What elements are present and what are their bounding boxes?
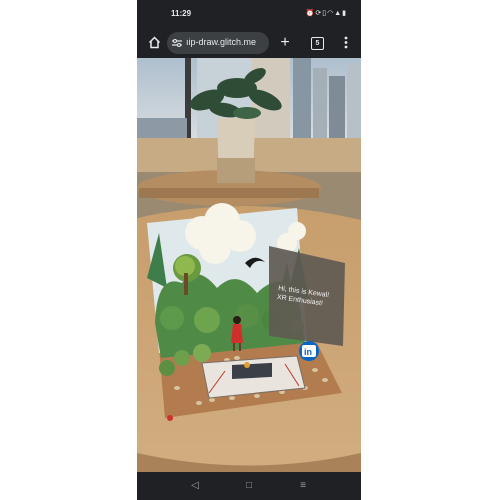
- more-vert-icon: [344, 36, 348, 49]
- linkedin-badge[interactable]: in: [299, 341, 319, 361]
- status-time: 11:29: [171, 9, 192, 18]
- tabs-icon: 5: [311, 37, 324, 50]
- home-circle-icon[interactable]: □: [243, 480, 255, 492]
- address-bar[interactable]: ıip-draw.glitch.me: [167, 32, 269, 54]
- plant-pot-base: [217, 158, 255, 183]
- brand-logo: [167, 415, 173, 421]
- alarm-icon: ⏰: [305, 10, 316, 17]
- greeting-sign: Hi, this is Kewal! XR Enthusiast!: [269, 246, 345, 346]
- battery-icon: ▮: [342, 10, 347, 17]
- ar-scene: Hi, this is Kewal! XR Enthusiast! in: [137, 58, 361, 472]
- status-bar: 11:29 ⏰⟳▯◠▲▮: [137, 0, 361, 28]
- tab-switcher-button[interactable]: 5: [307, 32, 327, 54]
- home-button[interactable]: [143, 32, 165, 54]
- browser-toolbar: ıip-draw.glitch.me + 5: [137, 28, 361, 58]
- system-nav-bar: ◁ □ ≡: [137, 472, 361, 500]
- home-icon: [148, 36, 160, 49]
- plus-icon: +: [280, 34, 290, 51]
- new-tab-button[interactable]: +: [275, 32, 295, 54]
- tune-icon[interactable]: [172, 38, 182, 48]
- recents-icon[interactable]: ≡: [297, 480, 309, 492]
- status-icons: ⏰⟳▯◠▲▮: [306, 9, 347, 17]
- ar-camera-view[interactable]: Hi, this is Kewal! XR Enthusiast! in: [137, 58, 361, 472]
- back-table-edge: [139, 188, 319, 198]
- phone-screen: 11:29 ⏰⟳▯◠▲▮ ıip-draw.glitch.me + 5 Hi, …: [137, 0, 361, 500]
- signal-icon: ▲: [334, 10, 343, 17]
- laptop-screen: [232, 362, 272, 380]
- back-icon[interactable]: ◁: [189, 480, 201, 492]
- linkedin-icon: in: [304, 347, 312, 357]
- url-text[interactable]: ıip-draw.glitch.me: [186, 37, 266, 47]
- overflow-menu-button[interactable]: [337, 32, 355, 54]
- cup-icon: [244, 362, 250, 368]
